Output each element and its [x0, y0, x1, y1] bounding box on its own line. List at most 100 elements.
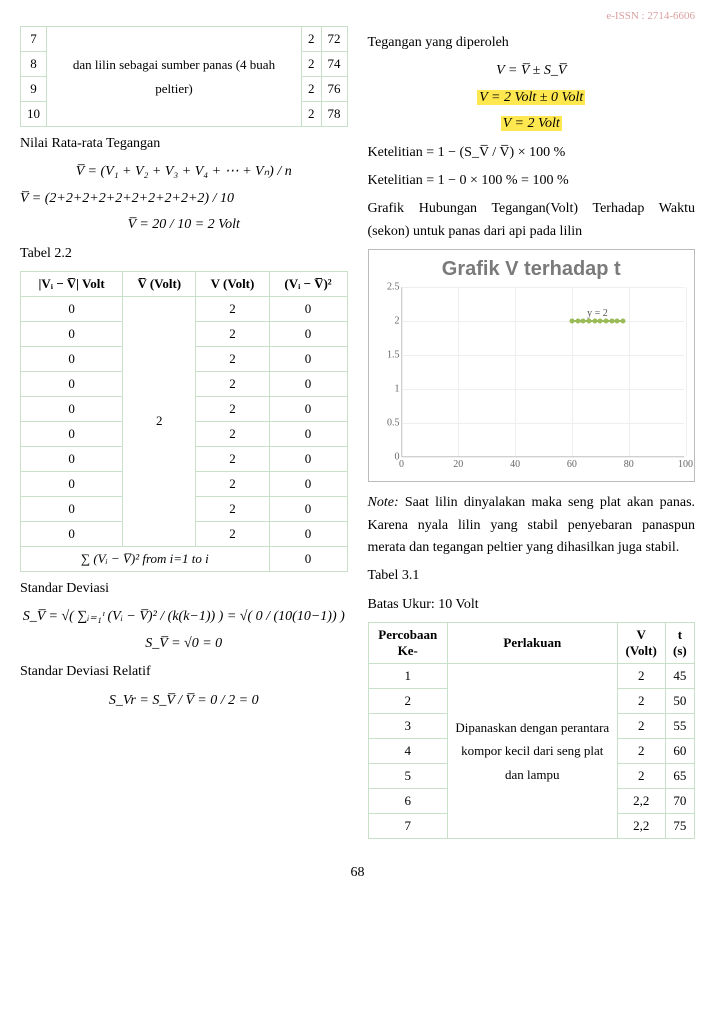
chart-point: [581, 319, 586, 324]
cell: 74: [321, 52, 347, 77]
ketelitian1: Ketelitian = 1 − (S_V̅ / V̅) × 100 %: [368, 142, 696, 164]
y-tick: 1.5: [380, 350, 400, 361]
formula-avg1: V̅ = (V₁ + V₂ + V₃ + V₄ + ⋯ + Vₙ) / n: [20, 161, 348, 183]
cell: 2: [617, 689, 665, 714]
cell: 75: [665, 814, 694, 839]
cell: 0: [269, 521, 347, 546]
cell: 2: [196, 421, 269, 446]
table-desc: dan lilin sebagai sumber panas (4 buah p…: [47, 27, 302, 127]
cell: 2: [617, 714, 665, 739]
y-tick: 2.5: [380, 282, 400, 293]
note-body: Saat lilin dinyalakan maka seng plat aka…: [368, 495, 696, 555]
col-header: V (Volt): [617, 623, 665, 664]
cell: 70: [665, 789, 694, 814]
cell: 4: [368, 739, 448, 764]
cell: 0: [269, 446, 347, 471]
table-1: 7 dan lilin sebagai sumber panas (4 buah…: [20, 26, 348, 127]
chart-plot-area: 00.511.522.5020406080100y = 2: [401, 287, 685, 457]
table-row: 1Dipanaskan dengan perantara kompor keci…: [368, 664, 695, 689]
table3-label: Tabel 3.1: [368, 565, 696, 587]
chart-point: [615, 319, 620, 324]
col-header: V (Volt): [196, 271, 269, 296]
y-tick: 0: [380, 452, 400, 463]
teg-f3: V = 2 Volt: [368, 113, 696, 135]
sum-label: ∑ (Vᵢ − V̅)² from i=1 to i: [21, 546, 270, 571]
highlighted-text: V = 2 Volt: [501, 116, 562, 131]
cell: 0: [269, 471, 347, 496]
table-2: |Vᵢ − V̅| Volt V̅ (Volt) V (Volt) (Vᵢ − …: [20, 271, 348, 572]
chart-point: [598, 319, 603, 324]
cell: 2: [196, 446, 269, 471]
cell: 0: [269, 396, 347, 421]
cell: 0: [21, 321, 123, 346]
cell: 0: [269, 296, 347, 321]
cell: 2: [302, 102, 322, 127]
ketelitian2: Ketelitian = 1 − 0 × 100 % = 100 %: [368, 170, 696, 192]
teg-f1: V = V̅ ± S_V̅: [368, 60, 696, 82]
cell: 2: [617, 664, 665, 689]
cell: 2: [196, 296, 269, 321]
cell: 2,2: [617, 789, 665, 814]
cell: 0: [21, 396, 123, 421]
cell: 8: [21, 52, 47, 77]
cell: 2: [196, 371, 269, 396]
chart-point: [603, 319, 608, 324]
sum-row: ∑ (Vᵢ − V̅)² from i=1 to i 0: [21, 546, 348, 571]
cell: 2,2: [617, 814, 665, 839]
cell: 0: [21, 446, 123, 471]
x-tick: 60: [567, 459, 577, 470]
sdr-formula: S_Vr = S_V̅ / V̅ = 0 / 2 = 0: [20, 690, 348, 712]
chart-point: [569, 319, 574, 324]
cell: 0: [269, 496, 347, 521]
cell: 0: [21, 346, 123, 371]
col-header: V̅ (Volt): [123, 271, 196, 296]
cell: 6: [368, 789, 448, 814]
eissn-header: e-ISSN : 2714-6606: [20, 10, 695, 22]
chart-caption: Grafik Hubungan Tegangan(Volt) Terhadap …: [368, 198, 696, 243]
highlighted-text: V = 2 Volt ± 0 Volt: [477, 90, 585, 105]
cell: 2: [196, 496, 269, 521]
x-tick: 0: [399, 459, 404, 470]
table-row: 0220: [21, 296, 348, 321]
cell: 0: [269, 421, 347, 446]
cell: 2: [302, 27, 322, 52]
cell: 9: [21, 77, 47, 102]
tegangan-label: Tegangan yang diperoleh: [368, 32, 696, 54]
cell: 1: [368, 664, 448, 689]
cell: 0: [21, 371, 123, 396]
sd-label: Standar Deviasi: [20, 578, 348, 600]
cell: 2: [302, 77, 322, 102]
cell: 50: [665, 689, 694, 714]
cell: 0: [21, 521, 123, 546]
cell: 55: [665, 714, 694, 739]
cell: 0: [21, 296, 123, 321]
chart-point: [592, 319, 597, 324]
chart-annotation: y = 2: [587, 308, 608, 319]
cell: 2: [196, 521, 269, 546]
cell: 3: [368, 714, 448, 739]
table-desc: Dipanaskan dengan perantara kompor kecil…: [448, 664, 618, 839]
cell: 0: [269, 346, 347, 371]
sdr-label: Standar Deviasi Relatif: [20, 661, 348, 683]
sd-formula1: S_V̅ = √( ∑ᵢ₌₁ᶦ (Vᵢ − V̅)² / (k(k−1)) ) …: [20, 606, 348, 628]
col-header: Perlakuan: [448, 623, 618, 664]
page-number: 68: [20, 865, 695, 881]
chart-point: [575, 319, 580, 324]
col-header: t (s): [665, 623, 694, 664]
x-tick: 20: [453, 459, 463, 470]
cell: 7: [368, 814, 448, 839]
cell: 7: [21, 27, 47, 52]
note-paragraph: Note: Saat lilin dinyalakan maka seng pl…: [368, 492, 696, 559]
cell: 2: [617, 739, 665, 764]
chart-point: [586, 319, 591, 324]
cell: 0: [269, 546, 347, 571]
y-tick: 2: [380, 316, 400, 327]
cell: 0: [269, 321, 347, 346]
chart-point: [621, 319, 626, 324]
cell: 0: [21, 496, 123, 521]
chart-title: Grafik V terhadap t: [379, 258, 685, 281]
cell: 0: [21, 471, 123, 496]
cell: 72: [321, 27, 347, 52]
table-row: 7 dan lilin sebagai sumber panas (4 buah…: [21, 27, 348, 52]
cell: 45: [665, 664, 694, 689]
